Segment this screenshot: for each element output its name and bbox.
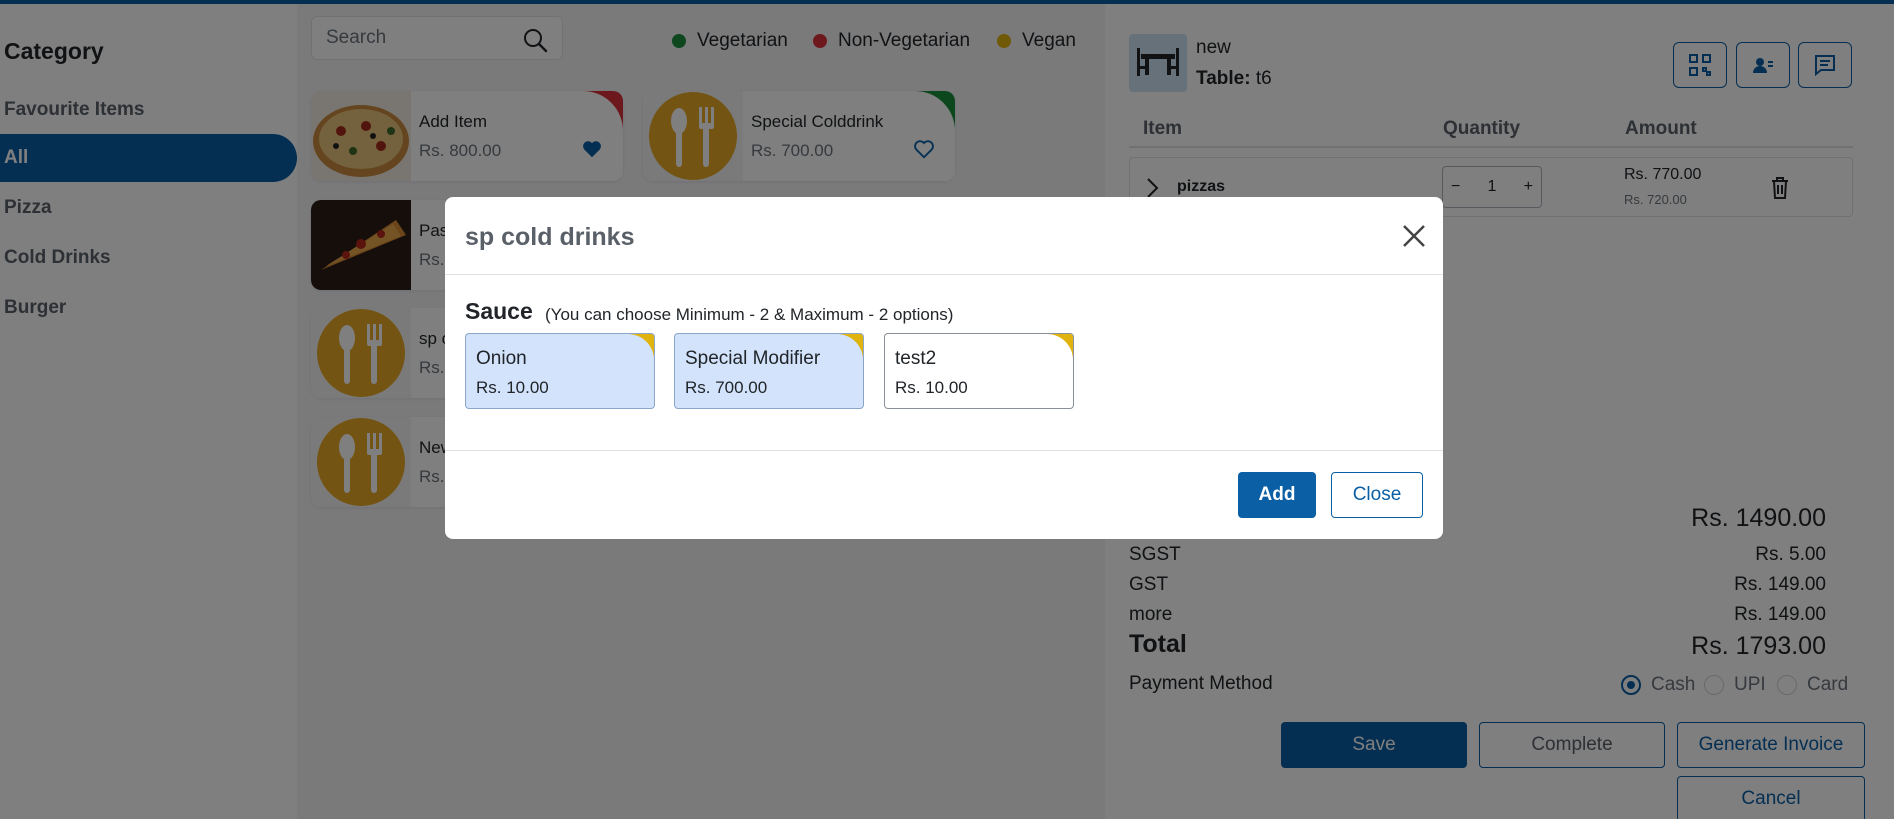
close-button[interactable]: Close: [1331, 472, 1423, 518]
modifier-option-special-modifier[interactable]: Special Modifier Rs. 700.00: [674, 333, 864, 409]
modal-divider: [445, 274, 1443, 275]
modifier-group-hint: (You can choose Minimum - 2 & Maximum - …: [545, 305, 954, 324]
modifier-option-test2[interactable]: test2 Rs. 10.00: [884, 333, 1074, 409]
modifier-price: Rs. 10.00: [476, 378, 549, 397]
modal-divider: [445, 450, 1443, 451]
vegan-corner-indicator: [1047, 334, 1073, 360]
modifier-option-onion[interactable]: Onion Rs. 10.00: [465, 333, 655, 409]
modal-title: sp cold drinks: [465, 223, 635, 251]
close-icon[interactable]: [1397, 219, 1431, 253]
modifier-price: Rs. 700.00: [685, 378, 768, 397]
modifier-modal: sp cold drinks Sauce (You can choose Min…: [445, 197, 1443, 539]
modifier-name: Onion: [476, 348, 527, 369]
modifier-name: test2: [895, 348, 937, 369]
modifier-price: Rs. 10.00: [895, 378, 968, 397]
add-button[interactable]: Add: [1238, 472, 1316, 518]
modifier-name: Special Modifier: [685, 348, 821, 369]
vegan-corner-indicator: [837, 334, 863, 360]
vegan-corner-indicator: [628, 334, 654, 360]
modifier-group-title: Sauce: [465, 298, 533, 324]
